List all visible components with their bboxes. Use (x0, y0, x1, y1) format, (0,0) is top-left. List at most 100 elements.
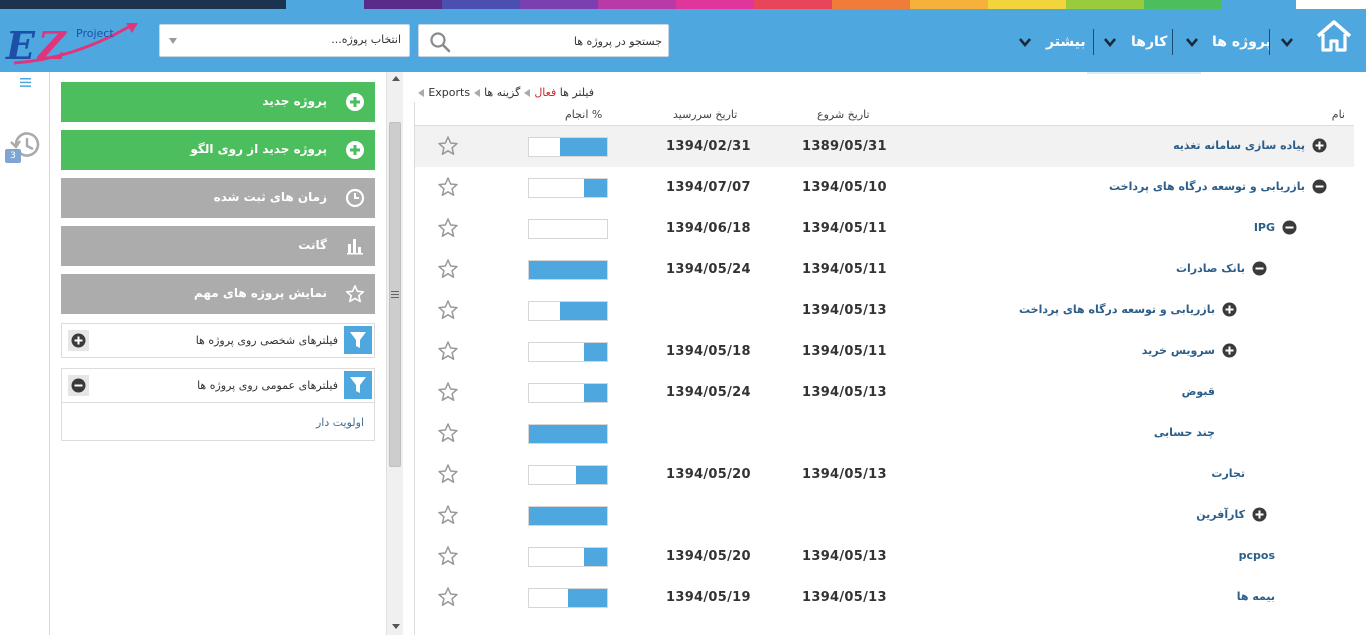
favorite-star-icon[interactable] (437, 176, 459, 198)
project-name-link[interactable]: بازریابی و توسعه درگاه های پرداخت (1109, 180, 1305, 193)
project-name-link[interactable]: قبوض (1182, 385, 1215, 398)
table-row[interactable]: بازریابی و توسعه درگاه های پرداخت 1394/05… (415, 167, 1354, 208)
progress-bar (528, 178, 608, 198)
nav-projects-label: پروژه ها (1212, 34, 1271, 50)
new-project-from-template-button[interactable]: پروژه جدید از روی الگو (61, 130, 375, 170)
progress-bar (528, 588, 608, 608)
project-name-link[interactable]: بازریابی و توسعه درگاه های پرداخت (1019, 303, 1215, 316)
col-done-header[interactable]: % انجام (565, 108, 602, 121)
logged-times-button[interactable]: زمان های ثبت شده (61, 178, 375, 218)
search-icon[interactable] (429, 31, 451, 53)
breadcrumb: فیلتر ها فعال گزینه ها Exports (418, 86, 594, 99)
more-chevron-down-icon[interactable] (1018, 35, 1032, 49)
breadcrumb-options[interactable]: گزینه ها (484, 86, 520, 99)
project-select[interactable]: انتخاب پروژه... (159, 24, 410, 57)
collapse-minus-icon[interactable] (1252, 261, 1267, 276)
nav-more[interactable]: بیشتر (1046, 27, 1086, 57)
expand-plus-icon[interactable] (1222, 302, 1237, 317)
project-select-value: انتخاب پروژه... (331, 33, 401, 46)
project-name-link[interactable]: کارآفرین (1196, 508, 1245, 521)
favorite-star-icon[interactable] (437, 463, 459, 485)
expand-plus-icon[interactable] (1252, 507, 1267, 522)
home-chevron-down-icon[interactable] (1280, 35, 1294, 49)
favorite-star-icon[interactable] (437, 422, 459, 444)
tasks-chevron-down-icon[interactable] (1103, 35, 1117, 49)
public-filters-header[interactable]: فیلترهای عمومی روی پروژه ها (62, 369, 374, 402)
project-name-link[interactable]: چند حسابی (1154, 426, 1215, 439)
plus-circle-icon (346, 93, 364, 111)
start-date: 1389/05/31 (802, 139, 887, 154)
table-row[interactable]: pcpos 1394/05/13 1394/05/20 (415, 536, 1354, 577)
table-row[interactable]: بیمه ها 1394/05/13 1394/05/19 (415, 577, 1354, 618)
breadcrumb-arrow-icon (474, 88, 481, 97)
favorite-star-icon[interactable] (437, 217, 459, 239)
side-panel-scrollbar[interactable] (386, 72, 403, 635)
collapse-minus-icon[interactable] (1312, 179, 1327, 194)
project-name-link[interactable]: pcpos (1239, 549, 1275, 562)
progress-bar (528, 424, 608, 444)
due-date: 1394/07/07 (666, 180, 751, 195)
favorite-star-icon[interactable] (437, 545, 459, 567)
new-project-button[interactable]: پروژه جدید (61, 82, 375, 122)
menu-icon[interactable] (20, 78, 31, 87)
favorite-star-icon[interactable] (437, 504, 459, 526)
svg-text:Project: Project (76, 27, 114, 40)
scrollbar-thumb[interactable] (389, 122, 401, 467)
table-row[interactable]: چند حسابی (415, 413, 1354, 454)
favorite-star-icon[interactable] (437, 135, 459, 157)
expand-plus-icon[interactable] (1222, 343, 1237, 358)
expand-plus-icon[interactable] (1312, 138, 1327, 153)
grip-icon (391, 291, 399, 292)
star-icon (345, 285, 365, 303)
personal-filters-header[interactable]: فیلترهای شخصی روی پروژه ها (62, 324, 374, 357)
col-name-header[interactable]: نام (1332, 108, 1345, 121)
favorite-star-icon[interactable] (437, 586, 459, 608)
collapse-minus-icon[interactable] (68, 375, 89, 396)
filter-icon[interactable] (344, 371, 372, 399)
nav-projects[interactable]: پروژه ها (1212, 27, 1271, 57)
favorite-star-icon[interactable] (437, 258, 459, 280)
table-row[interactable]: پیاده سازی سامانه تغذیه 1389/05/31 1394/02… (415, 126, 1354, 167)
table-row[interactable]: قبوض 1394/05/13 1394/05/24 (415, 372, 1354, 413)
project-name-link[interactable]: سرویس خرید (1142, 344, 1215, 357)
favorite-star-icon[interactable] (437, 381, 459, 403)
home-icon[interactable] (1314, 19, 1354, 53)
due-date: 1394/05/18 (666, 344, 751, 359)
side-panel: پروژه جدید پروژه جدید از روی الگو زمان ه… (51, 72, 386, 635)
col-start-header[interactable]: تاریخ شروع (817, 108, 870, 121)
new-project-label: پروژه جدید (262, 94, 327, 108)
project-name-link[interactable]: بیمه ها (1237, 590, 1275, 603)
favorite-star-icon[interactable] (437, 340, 459, 362)
gantt-button[interactable]: گانت (61, 226, 375, 266)
scroll-down-icon[interactable] (392, 624, 400, 629)
project-name-link[interactable]: تجارت (1211, 467, 1245, 480)
projects-chevron-down-icon[interactable] (1185, 35, 1199, 49)
search-input[interactable] (462, 32, 662, 50)
project-name-link[interactable]: پیاده سازی سامانه تغذیه (1173, 139, 1305, 152)
table-header: نام تاریخ شروع تاریخ سررسید % انجام (415, 102, 1354, 126)
project-name-link[interactable]: IPG (1254, 221, 1275, 234)
filter-item-priority[interactable]: اولویت دار (316, 416, 364, 429)
table-row[interactable]: بانک صادرات 1394/05/11 1394/05/24 (415, 249, 1354, 290)
table-row[interactable]: کارآفرین (415, 495, 1354, 536)
table-row[interactable]: سرویس خرید 1394/05/11 1394/05/18 (415, 331, 1354, 372)
table-row[interactable]: تجارت 1394/05/13 1394/05/20 (415, 454, 1354, 495)
nav-tasks[interactable]: کارها (1131, 27, 1167, 57)
progress-bar (528, 506, 608, 526)
history-count-badge: 3 (5, 149, 21, 163)
collapse-minus-icon[interactable] (1282, 220, 1297, 235)
breadcrumb-exports[interactable]: Exports (428, 86, 470, 99)
important-projects-button[interactable]: نمایش پروژه های مهم (61, 274, 375, 314)
scroll-up-icon[interactable] (392, 76, 400, 81)
favorite-star-icon[interactable] (437, 299, 459, 321)
public-filters-list: اولویت دار (62, 402, 374, 440)
ez-project-logo[interactable]: E Z Project (4, 19, 144, 69)
expand-plus-icon[interactable] (68, 330, 89, 351)
project-name-link[interactable]: بانک صادرات (1176, 262, 1245, 275)
filter-icon[interactable] (344, 326, 372, 354)
table-row[interactable]: بازریابی و توسعه درگاه های پرداخت 1394/05… (415, 290, 1354, 331)
table-row[interactable]: IPG 1394/05/11 1394/06/18 (415, 208, 1354, 249)
col-due-header[interactable]: تاریخ سررسید (673, 108, 737, 121)
breadcrumb-filters[interactable]: فیلتر ها فعال (534, 86, 594, 99)
due-date: 1394/06/18 (666, 221, 751, 236)
